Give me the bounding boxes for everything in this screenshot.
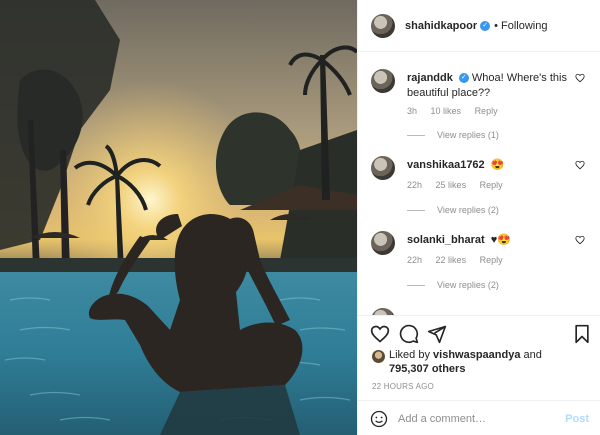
comment-username[interactable]: solanki_bharat xyxy=(407,234,485,246)
commenter-avatar[interactable] xyxy=(371,231,395,255)
header-separator: • xyxy=(494,19,498,32)
comment-like-heart-icon[interactable] xyxy=(575,235,585,245)
commenter-avatar[interactable] xyxy=(371,69,395,93)
bookmark-icon[interactable] xyxy=(572,324,592,344)
post-side-panel: shahidkapoor ✓ • Following rajanddk ✓ Who… xyxy=(357,0,600,435)
verified-badge-icon: ✓ xyxy=(480,20,491,31)
author-avatar[interactable] xyxy=(371,13,395,38)
post-comment-button[interactable]: Post xyxy=(565,413,589,425)
commenter-avatar[interactable] xyxy=(371,156,395,180)
comment-body: vanshikaa1762 😍 xyxy=(407,158,577,173)
comment-reply-button[interactable]: Reply xyxy=(475,106,498,116)
comment-time[interactable]: 22h xyxy=(407,180,422,190)
author-username[interactable]: shahidkapoor xyxy=(405,20,477,32)
following-button[interactable]: Following xyxy=(501,20,547,32)
comment-likes[interactable]: 10 likes xyxy=(431,106,462,116)
comment-reply-button[interactable]: Reply xyxy=(480,255,503,265)
view-replies-button[interactable]: View replies (1) xyxy=(407,130,499,140)
comment-meta: 3h 10 likes Reply xyxy=(407,106,509,116)
action-icons-row xyxy=(370,324,592,346)
replies-divider xyxy=(407,134,425,136)
post-timestamp[interactable]: 22 HOURS AGO xyxy=(372,382,434,391)
replies-divider xyxy=(407,284,425,286)
commenter-avatar[interactable] xyxy=(371,308,395,315)
smiley-icon[interactable] xyxy=(370,410,388,428)
comment-time[interactable]: 22h xyxy=(407,255,422,265)
comment-like-heart-icon[interactable] xyxy=(575,160,585,170)
view-replies-button[interactable]: View replies (2) xyxy=(407,205,499,215)
replies-divider xyxy=(407,209,425,211)
liker-avatar[interactable] xyxy=(372,350,385,363)
post-header: shahidkapoor ✓ • Following xyxy=(358,0,600,52)
comment-username[interactable]: rajanddk xyxy=(407,72,453,84)
post-photo xyxy=(0,0,357,435)
paper-plane-icon[interactable] xyxy=(427,324,447,344)
comment-meta: 22h 22 likes Reply xyxy=(407,255,514,265)
comment-text: 😍 xyxy=(490,159,505,171)
photo-scene xyxy=(0,0,357,435)
liked-by-user[interactable]: vishwaspaandya xyxy=(433,349,520,361)
comments-list[interactable]: rajanddk ✓ Whoa! Where's this beautiful p… xyxy=(358,53,600,315)
comment-body: rajanddk ✓ Whoa! Where's this beautiful p… xyxy=(407,71,577,101)
comment-meta: 22h 25 likes Reply xyxy=(407,180,514,190)
liked-by-and: and xyxy=(520,349,542,361)
comment-text: ♥😍 xyxy=(490,234,511,246)
comment-username[interactable]: vanshikaa1762 xyxy=(407,159,485,171)
comment-likes[interactable]: 25 likes xyxy=(436,180,467,190)
liked-by-line: Liked by vishwaspaandya and xyxy=(389,349,542,362)
comment-like-heart-icon[interactable] xyxy=(575,73,585,83)
comment-icon[interactable] xyxy=(399,324,419,344)
comment-reply-button[interactable]: Reply xyxy=(480,180,503,190)
view-replies-label: View replies (2) xyxy=(437,280,499,290)
add-comment-input[interactable] xyxy=(398,410,558,428)
add-comment-bar: Post xyxy=(358,400,600,435)
heart-icon[interactable] xyxy=(370,324,390,344)
liked-by-prefix: Liked by xyxy=(389,349,434,361)
post-actions: Liked by vishwaspaandya and 795,307 othe… xyxy=(358,315,600,435)
view-replies-label: View replies (1) xyxy=(437,130,499,140)
likes-others-count[interactable]: 795,307 others xyxy=(389,363,465,376)
view-replies-label: View replies (2) xyxy=(437,205,499,215)
comment-time[interactable]: 3h xyxy=(407,106,417,116)
view-replies-button[interactable]: View replies (2) xyxy=(407,280,499,290)
verified-badge-icon: ✓ xyxy=(458,73,469,84)
comment-likes[interactable]: 22 likes xyxy=(436,255,467,265)
comment-body: solanki_bharat ♥😍 xyxy=(407,233,577,248)
